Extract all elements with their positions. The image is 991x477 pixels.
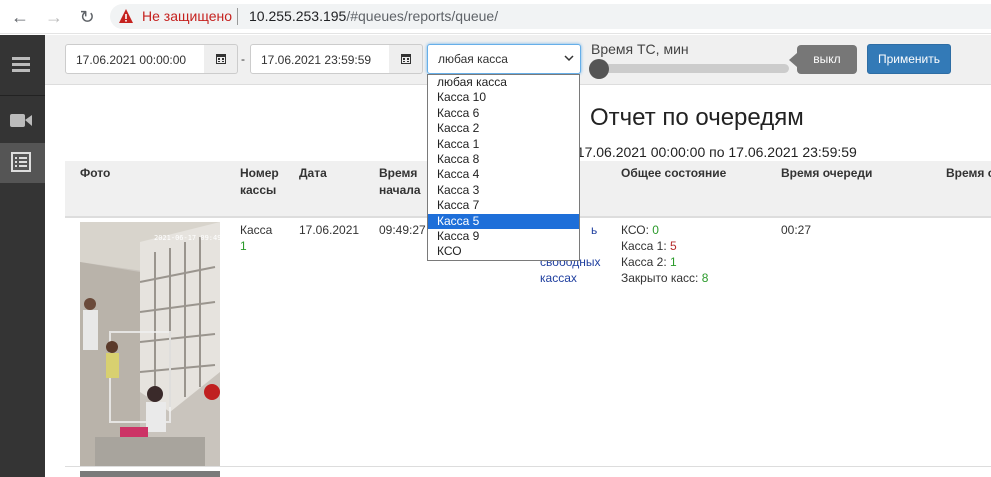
queue-time-cell: 00:27	[781, 223, 812, 237]
dropdown-option[interactable]: Касса 1	[428, 137, 579, 152]
dropdown-option[interactable]: Касса 6	[428, 106, 579, 121]
dropdown-option[interactable]: любая касса	[428, 75, 579, 90]
dropdown-option[interactable]: Касса 4	[428, 167, 579, 182]
column-header-queue-time: Время очереди	[781, 166, 873, 180]
toggle-switch[interactable]: выкл	[789, 45, 857, 74]
reload-icon[interactable]: ↻	[76, 6, 98, 28]
svg-text:2021-06-17 09:49: 2021-06-17 09:49	[154, 234, 220, 242]
sidebar	[0, 35, 45, 477]
address-bar[interactable]: Не защищено 10.255.253.195/#queues/repor…	[110, 4, 991, 29]
apply-button[interactable]: Применить	[867, 44, 951, 74]
register-number: 1	[240, 239, 247, 253]
state-value: 0	[652, 223, 659, 237]
report-period: : 17.06.2021 00:00:00 по 17.06.2021 23:5…	[569, 144, 857, 160]
report-list-icon	[11, 152, 31, 172]
forward-icon[interactable]: →	[43, 6, 65, 28]
dropdown-option[interactable]: Касса 2	[428, 121, 579, 136]
url-path: /#queues/reports/queue/	[346, 8, 499, 24]
slider-track[interactable]	[599, 64, 789, 73]
sidebar-divider	[0, 95, 45, 96]
next-row-snapshot[interactable]	[80, 471, 220, 477]
date-from-input[interactable]: 17.06.2021 00:00:00	[65, 44, 205, 74]
sidebar-item-reports[interactable]	[0, 143, 45, 183]
slider-handle[interactable]	[589, 59, 609, 79]
video-camera-icon	[10, 114, 32, 127]
date-from-calendar-button[interactable]	[204, 44, 238, 74]
column-header-extra: Время о	[946, 166, 991, 180]
column-header-start-time: Время начала	[379, 166, 421, 197]
state-label: Касса 1:	[621, 239, 667, 253]
state-line-closed: Закрыто касс: 8	[621, 270, 708, 286]
state-label: КСО:	[621, 223, 649, 237]
chevron-down-icon	[564, 55, 574, 62]
snapshot-image: 2021-06-17 09:49	[80, 222, 220, 466]
sidebar-item-video[interactable]	[0, 101, 45, 141]
not-secure-label: Не защищено	[142, 8, 232, 24]
calendar-icon	[401, 54, 411, 64]
dropdown-option[interactable]: КСО	[428, 244, 579, 259]
register-select-value: любая касса	[438, 52, 508, 66]
url-host: 10.255.253.195	[249, 8, 347, 24]
warning-icon	[119, 9, 133, 23]
state-label: Закрыто касс:	[621, 271, 699, 285]
calendar-icon	[216, 54, 226, 64]
camera-snapshot[interactable]: 2021-06-17 09:49	[80, 222, 220, 466]
column-header-photo: Фото	[80, 166, 111, 180]
register-cell: Касса 1	[240, 222, 272, 254]
state-value: 5	[670, 239, 677, 253]
row-divider	[65, 466, 991, 467]
register-select[interactable]: любая касса	[427, 44, 581, 74]
sidebar-item-menu[interactable]	[0, 45, 45, 85]
date-to-calendar-button[interactable]	[389, 44, 423, 74]
date-cell: 17.06.2021	[299, 223, 360, 237]
dropdown-option[interactable]: Касса 7	[428, 198, 579, 213]
date-separator: -	[241, 52, 245, 66]
state-label: Касса 2:	[621, 255, 667, 269]
back-icon[interactable]: ←	[9, 6, 31, 28]
column-header-register: Номер кассы	[240, 166, 279, 197]
url-text: 10.255.253.195/#queues/reports/queue/	[249, 8, 498, 24]
dropdown-option[interactable]: Касса 10	[428, 90, 579, 105]
state-line-kso: КСО: 0	[621, 222, 708, 238]
state-line-register-1: Касса 1: 5	[621, 238, 708, 254]
column-header-state: Общее состояние	[621, 166, 727, 180]
column-header-date: Дата	[299, 166, 327, 180]
slider-label: Время ТС, мин	[591, 41, 689, 57]
report-title: Отчет по очередям	[590, 104, 804, 131]
message-line-3: кассах	[540, 271, 577, 285]
state-line-register-2: Касса 2: 1	[621, 254, 708, 270]
state-cell: КСО: 0 Касса 1: 5 Касса 2: 1 Закрыто кас…	[621, 222, 708, 286]
register-dropdown-list: любая касса Касса 10 Касса 6 Касса 2 Кас…	[427, 74, 580, 261]
date-to-input[interactable]: 17.06.2021 23:59:59	[250, 44, 390, 74]
start-time-cell: 09:49:27	[379, 223, 426, 237]
dropdown-option-highlighted[interactable]: Касса 5	[428, 213, 579, 229]
dropdown-option[interactable]: Касса 9	[428, 229, 579, 244]
address-separator	[237, 8, 238, 25]
browser-toolbar: ← → ↻ Не защищено 10.255.253.195/#queues…	[0, 0, 991, 34]
register-label: Касса	[240, 223, 273, 237]
dropdown-option[interactable]: Касса 8	[428, 152, 579, 167]
menu-icon	[12, 57, 30, 72]
state-value: 1	[670, 255, 677, 269]
dropdown-option[interactable]: Касса 3	[428, 183, 579, 198]
state-value: 8	[701, 271, 709, 285]
